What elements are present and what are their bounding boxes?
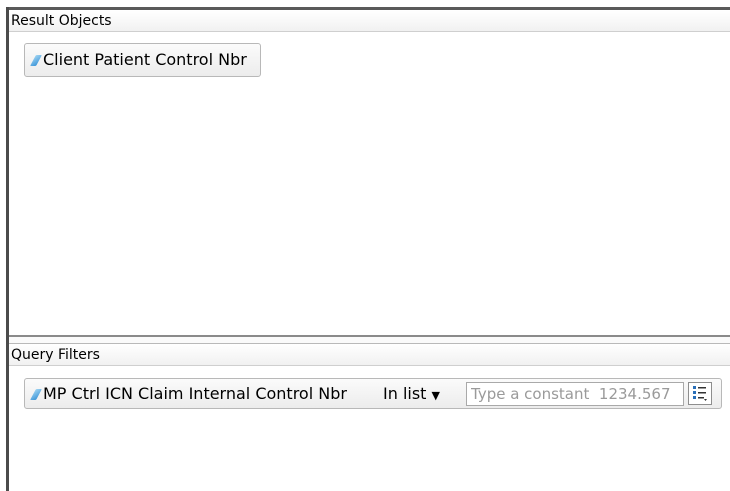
result-objects-header: Result Objects: [9, 11, 730, 32]
filter-value-input[interactable]: [466, 382, 684, 406]
dimension-icon: [30, 389, 42, 400]
query-filter-row[interactable]: MP Ctrl ICN Claim Internal Control Nbr I…: [24, 378, 722, 409]
panel-frame-left: [6, 7, 9, 491]
query-filters-header: Query Filters: [9, 343, 730, 366]
panel-frame-top: [7, 7, 730, 10]
filter-object-label: MP Ctrl ICN Claim Internal Control Nbr: [43, 384, 347, 403]
dimension-icon: [30, 55, 42, 66]
filter-object[interactable]: MP Ctrl ICN Claim Internal Control Nbr: [30, 379, 347, 409]
chevron-down-icon: ▼: [431, 389, 440, 402]
filter-operator-label: In list: [383, 384, 427, 403]
filter-operator-dropdown[interactable]: In list ▼: [383, 379, 440, 411]
value-list-button[interactable]: [688, 382, 712, 405]
value-list-icon: [693, 386, 707, 401]
result-object-chip[interactable]: Client Patient Control Nbr: [24, 43, 261, 77]
result-object-label: Client Patient Control Nbr: [43, 50, 247, 69]
